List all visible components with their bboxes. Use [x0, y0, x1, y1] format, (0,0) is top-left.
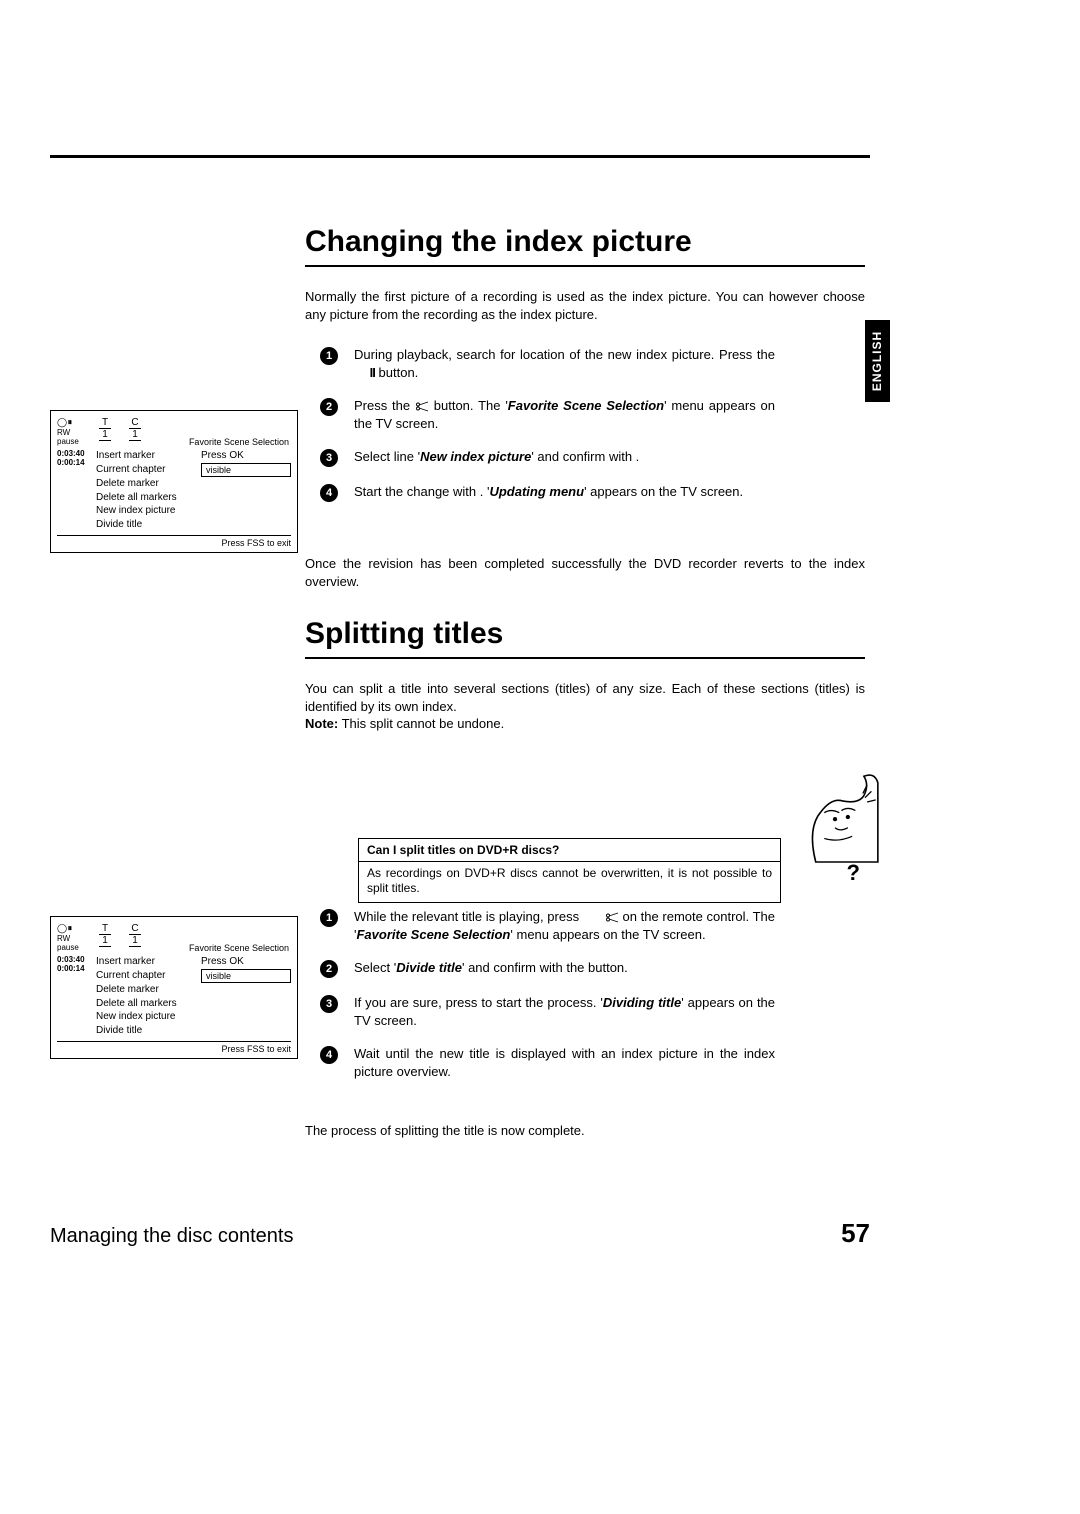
scissors-icon	[605, 912, 619, 923]
osd-header: ◯ ⏸ RW pause T1 C1 Favorite Scene Select…	[57, 417, 291, 447]
language-tab: ENGLISH	[865, 320, 890, 402]
step-bullet: 2	[320, 398, 338, 416]
osd-tc: T1 C1	[95, 417, 141, 447]
osd-panel-2: ◯ ⏸ RW pause T1 C1 Favorite Scene Select…	[50, 916, 298, 1059]
step-text: Start the change with . 'Updating menu' …	[354, 483, 775, 502]
note-box: Can I split titles on DVD+R discs? As re…	[358, 838, 781, 903]
osd-header: ◯ ⏸ RW pause T1 C1 Favorite Scene Select…	[57, 923, 291, 953]
footer-page-number: 57	[841, 1218, 870, 1249]
after-steps2: The process of splitting the title is no…	[305, 1122, 865, 1140]
step-bullet: 1	[320, 909, 338, 927]
heading-splitting-titles: Splitting titles	[305, 617, 865, 659]
step-bullet: 1	[320, 347, 338, 365]
step-text: Select line 'New index picture' and conf…	[354, 448, 775, 467]
step-1: 1 While the relevant title is playing, p…	[320, 908, 775, 943]
osd-menu-row: New index picture	[96, 1010, 291, 1024]
osd-menu-row: Insert markerPress OK	[96, 449, 291, 463]
page-top-rule	[50, 155, 870, 158]
page-footer: Managing the disc contents 57	[50, 1218, 870, 1249]
osd-menu-row: New index picture	[96, 504, 291, 518]
question-illustration	[805, 762, 880, 872]
heading2-text: Splitting titles	[305, 617, 503, 650]
osd-menu-row: Divide title	[96, 1024, 291, 1038]
osd-menu-row: Divide title	[96, 518, 291, 532]
step-text: During playback, search for location of …	[354, 346, 775, 381]
step-text: If you are sure, press to start the proc…	[354, 994, 775, 1029]
osd-times: 0:03:40 0:00:14	[57, 955, 90, 1037]
intro1: Normally the first picture of a recordin…	[305, 288, 865, 323]
note-box-body: As recordings on DVD+R discs cannot be o…	[359, 862, 780, 902]
question-mark-icon: ?	[847, 860, 860, 886]
note-box-title: Can I split titles on DVD+R discs?	[359, 839, 780, 862]
step-text: While the relevant title is playing, pre…	[354, 908, 775, 943]
step-3: 3 If you are sure, press to start the pr…	[320, 994, 775, 1029]
step-text: Wait until the new title is displayed wi…	[354, 1045, 775, 1080]
osd-menu-row: Delete all markers	[96, 491, 291, 505]
osd-footer: Press FSS to exit	[57, 1041, 291, 1054]
heading1-rule	[305, 265, 865, 267]
step-1: 1 During playback, search for location o…	[320, 346, 775, 381]
steps-group-1: 1 During playback, search for location o…	[320, 346, 775, 518]
language-tab-text: ENGLISH	[871, 331, 885, 391]
osd-menu-row: Current chaptervisible	[96, 463, 291, 478]
osd-tc: T1 C1	[95, 923, 141, 953]
osd-body: 0:03:40 0:00:14 Insert markerPress OKCur…	[57, 955, 291, 1037]
heading1-text: Changing the index picture	[305, 225, 692, 258]
step-2: 2 Select 'Divide title' and confirm with…	[320, 959, 775, 978]
step-bullet: 3	[320, 995, 338, 1013]
step-bullet: 4	[320, 484, 338, 502]
intro2: You can split a title into several secti…	[305, 680, 865, 733]
osd-menu-row: Insert markerPress OK	[96, 955, 291, 969]
osd-menu-row: Delete all markers	[96, 997, 291, 1011]
osd-menu-row: Delete marker	[96, 477, 291, 491]
osd-header-left: ◯ ⏸ RW pause	[57, 923, 93, 953]
step-2: 2 Press the button. The 'Favorite Scene …	[320, 397, 775, 432]
osd-menu-row: Current chaptervisible	[96, 969, 291, 984]
step-text: Press the button. The 'Favorite Scene Se…	[354, 397, 775, 432]
osd-header-left: ◯ ⏸ RW pause	[57, 417, 93, 447]
step-bullet: 3	[320, 449, 338, 467]
step-bullet: 2	[320, 960, 338, 978]
step-bullet: 4	[320, 1046, 338, 1064]
osd-menu: Insert markerPress OKCurrent chaptervisi…	[96, 955, 291, 1037]
step-3: 3 Select line 'New index picture' and co…	[320, 448, 775, 467]
pause-icon: II	[354, 365, 375, 380]
after-steps1: Once the revision has been completed suc…	[305, 555, 865, 590]
heading-changing-index: Changing the index picture	[305, 225, 865, 267]
steps-group-2: 1 While the relevant title is playing, p…	[320, 908, 775, 1096]
step-4: 4 Start the change with . 'Updating menu…	[320, 483, 775, 502]
osd-panel-1: ◯ ⏸ RW pause T1 C1 Favorite Scene Select…	[50, 410, 298, 553]
osd-footer: Press FSS to exit	[57, 535, 291, 548]
heading2-rule	[305, 657, 865, 659]
step-4: 4 Wait until the new title is displayed …	[320, 1045, 775, 1080]
osd-menu: Insert markerPress OKCurrent chaptervisi…	[96, 449, 291, 531]
osd-body: 0:03:40 0:00:14 Insert markerPress OKCur…	[57, 449, 291, 531]
osd-times: 0:03:40 0:00:14	[57, 449, 90, 531]
osd-menu-row: Delete marker	[96, 983, 291, 997]
footer-section-title: Managing the disc contents	[50, 1225, 294, 1248]
step-text: Select 'Divide title' and confirm with t…	[354, 959, 775, 978]
scissors-icon	[415, 401, 429, 412]
